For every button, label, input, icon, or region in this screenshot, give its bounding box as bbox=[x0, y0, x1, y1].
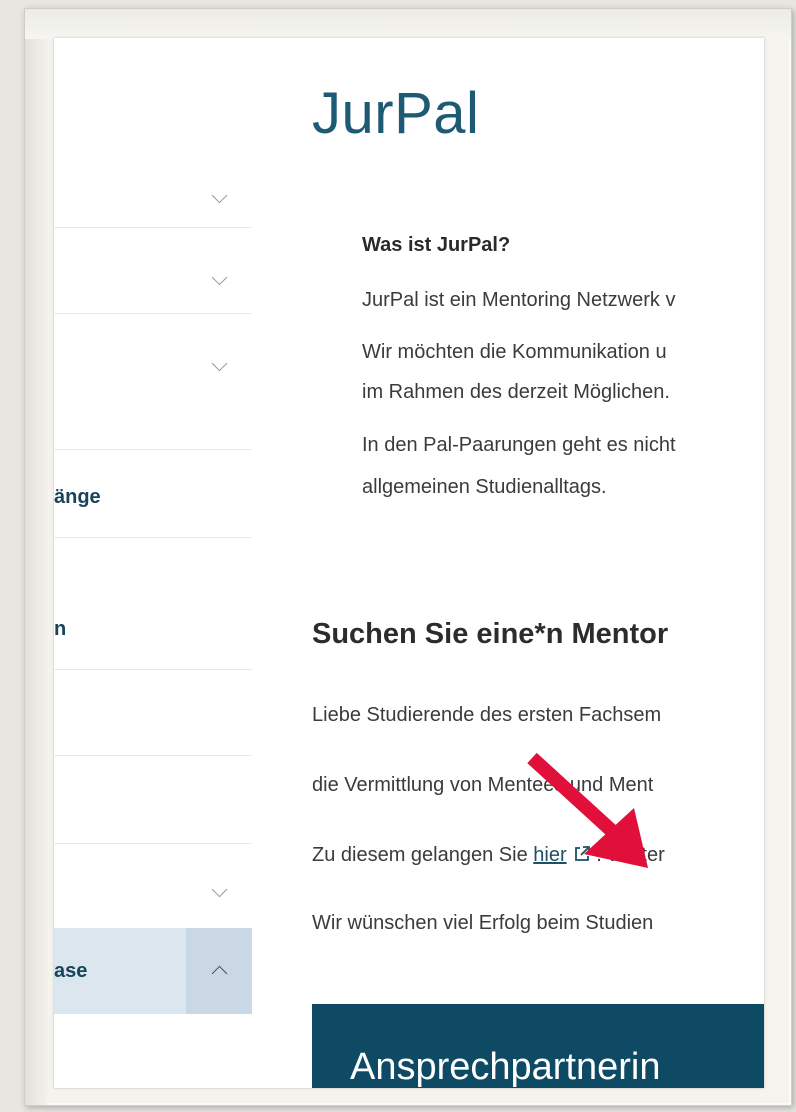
intro-line: Wir möchten die Kommunikation u bbox=[362, 341, 667, 363]
sidebar-item-label: ase bbox=[54, 960, 88, 982]
contact-header: Ansprechpartnerin bbox=[312, 1004, 764, 1088]
intro-line: allgemeinen Studienalltags. bbox=[362, 476, 607, 498]
contact-title: Ansprechpartnerin bbox=[350, 1046, 661, 1088]
frame-shade-left bbox=[25, 9, 47, 1105]
intro-line: im Rahmen des derzeit Möglichen. bbox=[362, 381, 670, 403]
webpage: änge n ase JurPal Was ist JurPal? JurPal… bbox=[54, 38, 764, 1088]
mentor-line: Wir wünschen viel Erfolg beim Studien bbox=[312, 912, 654, 934]
sidebar-item-8[interactable] bbox=[54, 844, 252, 928]
sidebar-item-6[interactable] bbox=[54, 670, 252, 756]
mentor-link-prefix: Zu diesem gelangen Sie bbox=[312, 844, 528, 866]
annotation-arrow-icon bbox=[527, 752, 648, 868]
intro-line: In den Pal-Paarungen geht es nicht bbox=[362, 434, 676, 456]
frame-shade-top bbox=[25, 9, 791, 39]
main-content: JurPal Was ist JurPal? JurPal ist ein Me… bbox=[312, 38, 764, 1088]
sidebar-item-label: n bbox=[54, 618, 67, 640]
sidebar-item-active[interactable]: ase bbox=[54, 928, 252, 1014]
chevron-down-icon[interactable] bbox=[211, 881, 228, 898]
sidebar-item-5[interactable]: n bbox=[54, 538, 252, 670]
sidebar-nav: änge n ase bbox=[54, 38, 252, 1088]
intro-heading: Was ist JurPal? bbox=[362, 234, 511, 256]
mentor-line: Liebe Studierende des ersten Fachsem bbox=[312, 704, 662, 726]
sidebar-item-label: änge bbox=[54, 486, 101, 508]
intro-line: JurPal ist ein Mentoring Netzwerk v bbox=[362, 289, 676, 311]
chevron-down-icon[interactable] bbox=[211, 187, 228, 204]
sidebar-item-2[interactable] bbox=[54, 228, 252, 314]
sidebar-item-studiengaenge[interactable]: änge bbox=[54, 450, 252, 538]
mentor-heading: Suchen Sie eine*n Mentor bbox=[312, 618, 669, 650]
sidebar-item-1[interactable] bbox=[54, 142, 252, 228]
page-title: JurPal bbox=[312, 81, 480, 146]
sidebar-item-3[interactable] bbox=[54, 314, 252, 450]
sidebar-item-7[interactable] bbox=[54, 756, 252, 844]
chevron-down-icon[interactable] bbox=[211, 355, 228, 372]
chevron-down-icon[interactable] bbox=[211, 269, 228, 286]
